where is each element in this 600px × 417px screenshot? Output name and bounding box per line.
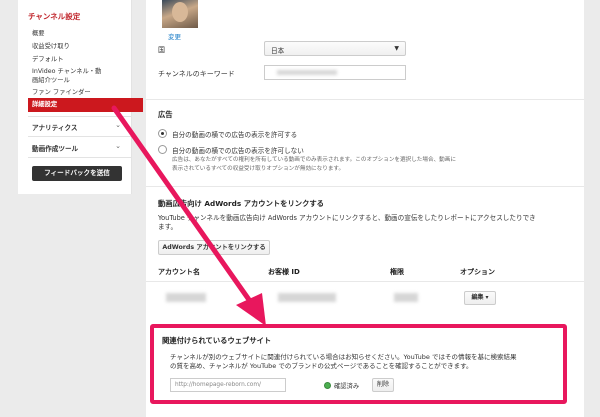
sidebar: チャンネル設定 概要 収益受け取り デフォルト InVideo チャンネル・動 … bbox=[18, 0, 143, 194]
adwords-description-line1: YouTube チャンネルを動画広告向け AdWords アカウントにリンクする… bbox=[158, 214, 536, 222]
blurred-keywords bbox=[277, 70, 337, 75]
sidebar-item-advanced[interactable]: 詳細設定 bbox=[28, 98, 143, 112]
column-customer-id: お客様 ID bbox=[268, 268, 300, 276]
delete-website-button[interactable]: 削除 bbox=[372, 378, 394, 392]
country-label: 国 bbox=[158, 46, 165, 54]
page: チャンネル設定 概要 収益受け取り デフォルト InVideo チャンネル・動 … bbox=[0, 0, 600, 417]
sidebar-item-invideo-line2[interactable]: 画紹介ツール bbox=[32, 77, 70, 85]
table-divider bbox=[146, 281, 584, 282]
ads-section-title: 広告 bbox=[158, 110, 173, 119]
verified-status: 確認済み bbox=[334, 383, 360, 390]
send-feedback-button[interactable]: フィードバックを送信 bbox=[32, 166, 122, 181]
keywords-input[interactable] bbox=[264, 65, 406, 80]
link-adwords-button[interactable]: AdWords アカウントをリンクする bbox=[158, 240, 270, 255]
ads-deny-radio[interactable] bbox=[158, 145, 167, 154]
sidebar-item-overview[interactable]: 概要 bbox=[32, 30, 45, 38]
associated-website-title: 関連付けられているウェブサイト bbox=[162, 336, 272, 345]
sidebar-section-title: チャンネル設定 bbox=[28, 12, 81, 21]
edit-account-button[interactable]: 編集 ▾ bbox=[464, 291, 496, 305]
blurred-account-name bbox=[166, 293, 206, 302]
column-options: オプション bbox=[460, 268, 495, 276]
chevron-down-icon[interactable]: ⌄ bbox=[115, 142, 121, 150]
adwords-description-line2: ます。 bbox=[158, 223, 178, 231]
sidebar-item-defaults[interactable]: デフォルト bbox=[32, 56, 63, 64]
verified-check-icon bbox=[324, 382, 331, 389]
sidebar-item-invideo[interactable]: InVideo チャンネル・動 bbox=[32, 68, 101, 76]
sidebar-divider bbox=[28, 157, 132, 158]
column-account-name: アカウント名 bbox=[158, 268, 200, 276]
keywords-label: チャンネルのキーワード bbox=[158, 70, 235, 78]
website-url-input[interactable]: http://homepage-reborn.com/ bbox=[170, 378, 286, 392]
avatar bbox=[162, 0, 198, 28]
change-avatar-link[interactable]: 変更 bbox=[168, 31, 181, 41]
section-divider bbox=[146, 99, 584, 100]
sidebar-divider bbox=[28, 136, 132, 137]
column-permission: 権限 bbox=[390, 268, 404, 276]
ads-allow-label[interactable]: 自分の動画の横での広告の表示を許可する bbox=[172, 129, 297, 139]
avatar-face bbox=[172, 2, 188, 22]
associated-website-description-line2: の質を高め、チャンネルが YouTube でのブランドの公式ページであることを確… bbox=[170, 362, 473, 370]
sidebar-group-creator-tools[interactable]: 動画作成ツール bbox=[32, 143, 78, 153]
chevron-down-icon[interactable]: ⌄ bbox=[115, 121, 121, 129]
adwords-section-title: 動画広告向け AdWords アカウントをリンクする bbox=[158, 199, 324, 208]
associated-website-description-line1: チャンネルが別のウェブサイトに関連付けられている場合はお知らせください。YouT… bbox=[170, 353, 517, 361]
dropdown-caret-icon: ▼ bbox=[394, 45, 399, 52]
sidebar-group-analytics[interactable]: アナリティクス bbox=[32, 122, 77, 132]
blurred-customer-id bbox=[278, 293, 336, 302]
ads-note-line2: 表示されているすべての収益受け取りオプションが無効になります。 bbox=[172, 166, 345, 172]
associated-website-section: 関連付けられているウェブサイト チャンネルが別のウェブサイトに関連付けられている… bbox=[150, 324, 567, 404]
sidebar-item-monetization[interactable]: 収益受け取り bbox=[32, 43, 70, 51]
section-divider bbox=[146, 186, 584, 187]
ads-note-line1: 広告は、あなたがすべての権利を所有している動画でのみ表示されます。このオプション… bbox=[172, 157, 456, 163]
ads-deny-label[interactable]: 自分の動画の横での広告の表示を許可しない bbox=[172, 145, 304, 155]
country-select-value: 日本 bbox=[271, 47, 285, 55]
country-select[interactable]: 日本 ▼ bbox=[264, 41, 406, 56]
sidebar-item-fan-finder[interactable]: ファン ファインダー bbox=[32, 89, 91, 97]
blurred-permission bbox=[394, 293, 418, 302]
sidebar-divider bbox=[28, 116, 132, 117]
ads-allow-radio[interactable] bbox=[158, 129, 167, 138]
